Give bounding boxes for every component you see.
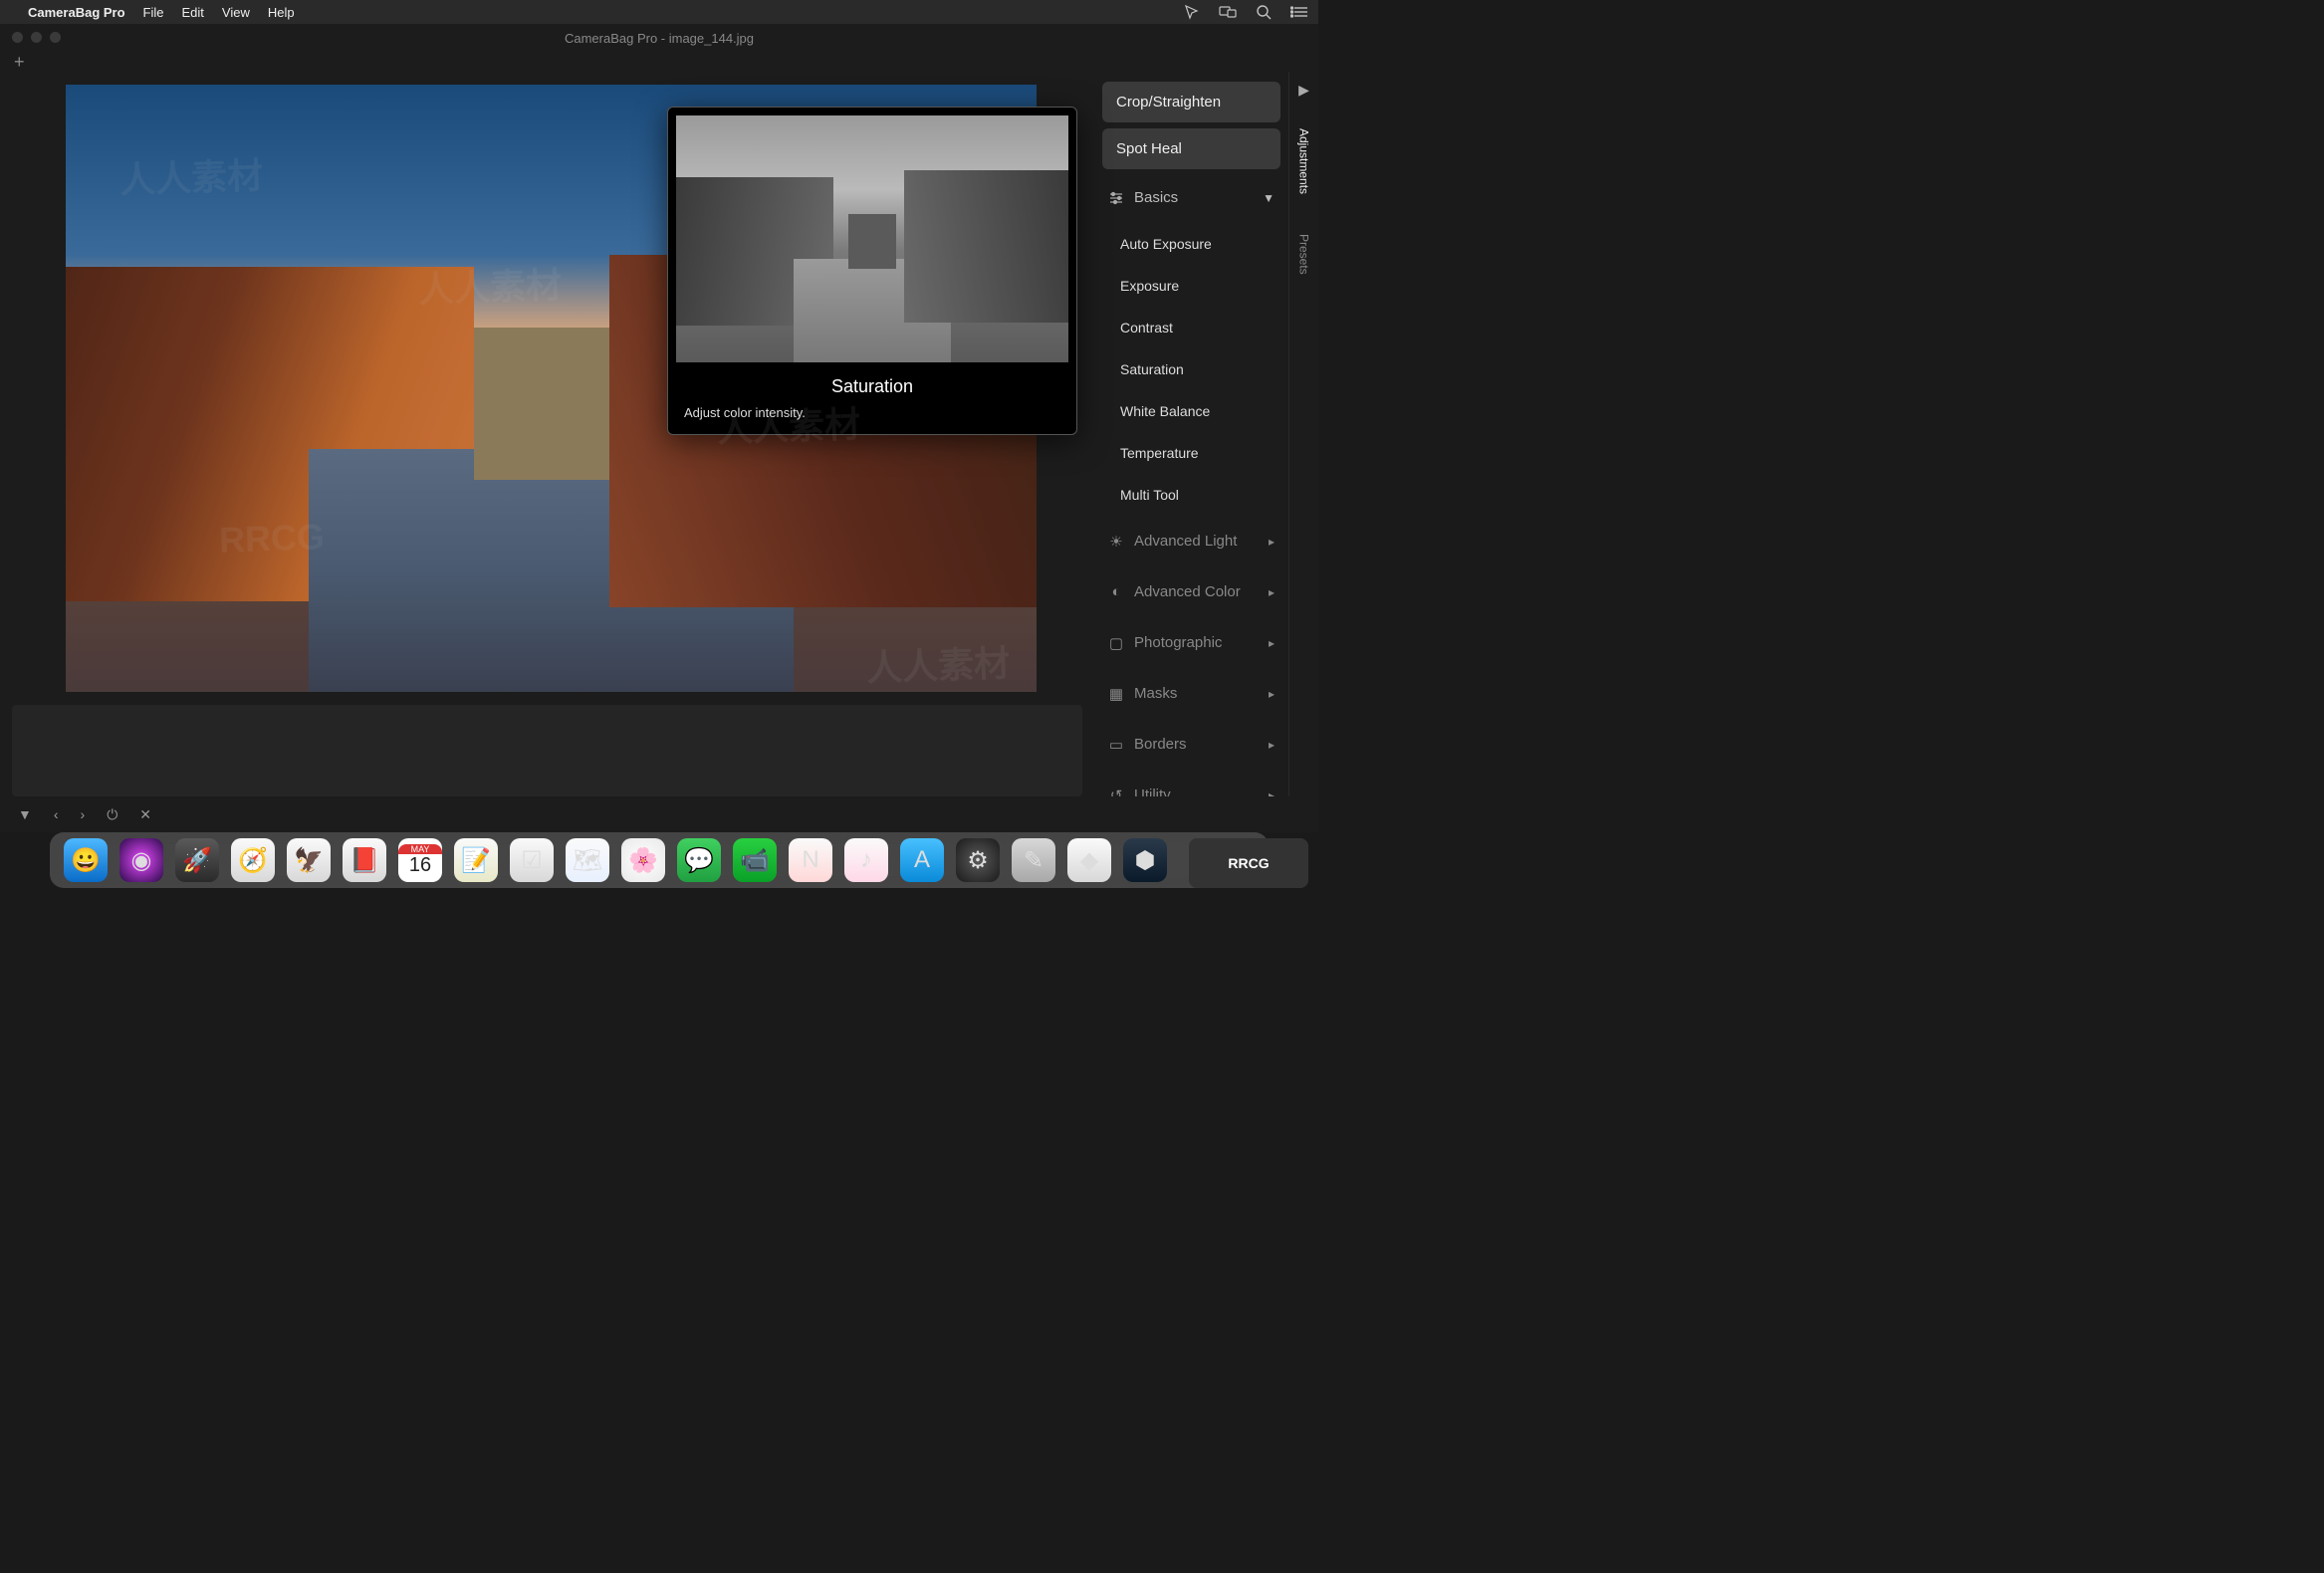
watermark-logo: RRCG <box>1189 838 1308 888</box>
tooltip-title: Saturation <box>668 370 1076 399</box>
close-icon[interactable]: ✕ <box>139 806 151 823</box>
close-window-button[interactable] <box>12 32 23 43</box>
sliders-icon <box>1108 190 1124 206</box>
adjustments-panel: Crop/Straighten Spot Heal Basics ▼ Auto … <box>1094 72 1288 796</box>
dock-safari[interactable]: 🧭 <box>231 838 275 882</box>
basics-saturation[interactable]: Saturation <box>1102 351 1280 387</box>
add-tab-button[interactable]: + <box>14 52 25 73</box>
palette-icon: ◐ <box>1108 584 1124 600</box>
chevron-right-icon: ▸ <box>1269 687 1275 701</box>
menu-view[interactable]: View <box>222 5 250 20</box>
dock-siri[interactable]: ◉ <box>119 838 163 882</box>
footer-controls: ▼ ‹ › ⏻ ✕ <box>0 796 1318 832</box>
menu-file[interactable]: File <box>143 5 164 20</box>
dock: 😀 ◉ 🚀 🧭 🦅 📕 MAY 16 📝 ☑ 🗺 🌸 💬 📹 N ♪ A ⚙ ✎… <box>50 832 1269 888</box>
dock-textedit[interactable]: ✎ <box>1012 838 1055 882</box>
basics-exposure[interactable]: Exposure <box>1102 268 1280 304</box>
basics-auto-exposure[interactable]: Auto Exposure <box>1102 226 1280 262</box>
power-icon[interactable]: ⏻ <box>107 806 117 823</box>
chevron-right-icon: ▸ <box>1269 738 1275 752</box>
section-borders[interactable]: ▭ Borders ▸ <box>1102 722 1280 767</box>
filmstrip-panel[interactable] <box>12 705 1082 796</box>
dock-messages[interactable]: 💬 <box>677 838 721 882</box>
tab-adjustments[interactable]: Adjustments <box>1297 118 1311 204</box>
dock-maps[interactable]: 🗺 <box>566 838 609 882</box>
dock-music[interactable]: ♪ <box>844 838 888 882</box>
tooltip-description: Adjust color intensity. <box>668 399 1076 434</box>
dock-facetime[interactable]: 📹 <box>733 838 777 882</box>
window-titlebar: CameraBag Pro - image_144.jpg <box>0 24 1318 52</box>
dock-other[interactable]: ⬢ <box>1123 838 1167 882</box>
chevron-right-icon: ▸ <box>1269 585 1275 599</box>
section-label: Utility <box>1134 786 1171 796</box>
app-window: CameraBag Pro - image_144.jpg + Crop/Str… <box>0 24 1318 832</box>
tab-strip: + <box>0 52 1318 72</box>
dock-photos[interactable]: 🌸 <box>621 838 665 882</box>
crop-straighten-button[interactable]: Crop/Straighten <box>1102 82 1280 122</box>
dock-notes[interactable]: 📝 <box>454 838 498 882</box>
section-masks[interactable]: ▦ Masks ▸ <box>1102 671 1280 716</box>
spot-heal-button[interactable]: Spot Heal <box>1102 128 1280 169</box>
camera-icon: ▢ <box>1108 635 1124 651</box>
dock-appstore[interactable]: A <box>900 838 944 882</box>
basics-contrast[interactable]: Contrast <box>1102 310 1280 345</box>
tooltip-saturation: Saturation Adjust color intensity. <box>667 107 1077 435</box>
dock-reminders[interactable]: ☑ <box>510 838 554 882</box>
section-label: Photographic <box>1134 634 1222 651</box>
zoom-window-button[interactable] <box>50 32 61 43</box>
calendar-day: 16 <box>409 854 431 877</box>
basics-multi-tool[interactable]: Multi Tool <box>1102 477 1280 513</box>
tab-presets[interactable]: Presets <box>1297 224 1311 285</box>
checker-icon: ▦ <box>1108 686 1124 702</box>
section-advanced-color[interactable]: ◐ Advanced Color ▸ <box>1102 569 1280 614</box>
section-label: Advanced Light <box>1134 533 1237 550</box>
section-label: Advanced Color <box>1134 583 1241 600</box>
dock-launchpad[interactable]: 🚀 <box>175 838 219 882</box>
window-controls[interactable] <box>12 32 61 43</box>
menu-edit[interactable]: Edit <box>182 5 204 20</box>
borders-icon: ▭ <box>1108 737 1124 753</box>
search-icon[interactable] <box>1255 3 1273 21</box>
sun-icon: ☀ <box>1108 534 1124 550</box>
section-label: Basics <box>1134 189 1178 206</box>
minimize-window-button[interactable] <box>31 32 42 43</box>
list-icon[interactable] <box>1290 3 1308 21</box>
prev-button[interactable]: ‹ <box>54 806 59 822</box>
section-photographic[interactable]: ▢ Photographic ▸ <box>1102 620 1280 665</box>
menu-help[interactable]: Help <box>268 5 295 20</box>
dock-calendar[interactable]: MAY 16 <box>398 838 442 882</box>
screens-icon[interactable] <box>1219 3 1237 21</box>
triangle-down-icon[interactable]: ▼ <box>18 806 32 822</box>
chevron-right-icon: ▸ <box>1269 636 1275 650</box>
cursor-icon[interactable] <box>1183 3 1201 21</box>
menu-bar: CameraBag Pro File Edit View Help <box>0 0 1318 24</box>
app-name[interactable]: CameraBag Pro <box>28 5 125 20</box>
dock-mail[interactable]: 🦅 <box>287 838 331 882</box>
chevron-down-icon: ▼ <box>1263 191 1275 205</box>
section-label: Borders <box>1134 736 1187 753</box>
chevron-right-icon: ▸ <box>1269 535 1275 549</box>
section-advanced-light[interactable]: ☀ Advanced Light ▸ <box>1102 519 1280 563</box>
basics-white-balance[interactable]: White Balance <box>1102 393 1280 429</box>
chevron-right-icon: ▸ <box>1269 788 1275 797</box>
dock-camerabag[interactable]: ◆ <box>1067 838 1111 882</box>
next-button[interactable]: › <box>81 806 86 822</box>
calendar-month: MAY <box>398 844 442 854</box>
side-tabs: ▶ Adjustments Presets <box>1288 72 1318 796</box>
dock-news[interactable]: N <box>789 838 832 882</box>
window-title: CameraBag Pro - image_144.jpg <box>565 31 754 46</box>
section-label: Masks <box>1134 685 1177 702</box>
dock-preferences[interactable]: ⚙ <box>956 838 1000 882</box>
utility-icon: ↺ <box>1108 787 1124 797</box>
collapse-panel-arrow[interactable]: ▶ <box>1298 82 1309 99</box>
dock-contacts[interactable]: 📕 <box>343 838 386 882</box>
tooltip-preview-image <box>676 115 1068 362</box>
dock-finder[interactable]: 😀 <box>64 838 108 882</box>
basics-temperature[interactable]: Temperature <box>1102 435 1280 471</box>
section-utility[interactable]: ↺ Utility ▸ <box>1102 773 1280 796</box>
section-basics[interactable]: Basics ▼ <box>1102 175 1280 220</box>
